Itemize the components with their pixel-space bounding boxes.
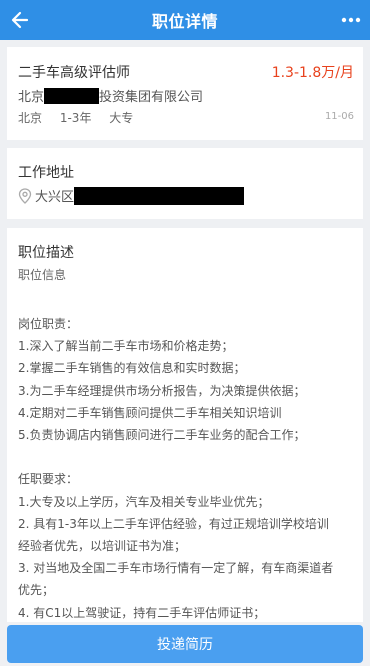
job-meta: 北京 1-3年 大专 (18, 109, 147, 126)
duty-line: 1.深入了解当前二手车市场和价格走势； (18, 339, 234, 354)
requirement-line: 经验者优先，以培训证书为准； (18, 539, 187, 554)
address-title: 工作地址 (18, 165, 74, 181)
job-description-card: 职位描述 职位信息 岗位职责： 1.深入了解当前二手车市场和价格走势； 2.掌握… (7, 228, 363, 666)
address-district: 大兴区 (35, 190, 75, 205)
duty-line: 5.负责协调店内销售顾问进行二手车业务的配合工作； (18, 428, 306, 443)
more-dots-icon (341, 17, 361, 23)
job-education: 大专 (109, 111, 134, 125)
back-button[interactable] (8, 8, 32, 32)
address-row: 大兴区 (18, 186, 245, 205)
arrow-left-icon (11, 11, 29, 29)
company-name[interactable]: 北京 投资集团有限公司 (18, 86, 203, 105)
company-suffix: 投资集团有限公司 (99, 90, 204, 105)
duty-line: 3.为二手车经理提供市场分析报告，为决策提供依据； (18, 383, 306, 398)
bottom-action-bar: 投递简历 (0, 622, 370, 666)
salary: 1.3-1.8万/月 (271, 65, 354, 81)
requirements-heading: 任职要求： (18, 472, 79, 487)
location-pin-icon (18, 187, 32, 204)
work-address-card[interactable]: 工作地址 大兴区 (7, 148, 363, 219)
duty-line: 4.定期对二手车销售顾问提供二手车相关知识培训 (18, 405, 282, 420)
requirement-line: 3. 对当地及全国二手车市场行情有一定了解，有车商渠道者 (18, 561, 334, 576)
redaction-block (74, 186, 245, 205)
more-options-button[interactable] (338, 8, 364, 32)
requirement-line: 优先； (18, 583, 55, 598)
page-title: 职位详情 (151, 12, 218, 31)
requirement-line: 4. 有C1以上驾驶证，持有二手车评估师证书； (18, 605, 266, 620)
job-title: 二手车高级评估师 (18, 65, 130, 81)
redaction-block (44, 87, 100, 104)
description-title: 职位描述 (18, 245, 74, 261)
top-navigation-bar: 职位详情 (0, 0, 370, 40)
duties-heading: 岗位职责： (18, 317, 79, 331)
job-experience: 1-3年 (59, 111, 92, 125)
description-subtitle: 职位信息 (18, 268, 67, 282)
duty-line: 2.掌握二手车销售的有效信息和实时数据； (18, 361, 246, 376)
section-spacer (18, 446, 356, 468)
apply-resume-button[interactable]: 投递简历 (7, 625, 363, 663)
description-body: 岗位职责： 1.深入了解当前二手车市场和价格走势； 2.掌握二手车销售的有效信息… (18, 313, 356, 624)
requirement-line: 1.大专及以上学历，汽车及相关专业毕业优先； (18, 494, 270, 509)
job-summary-card: 二手车高级评估师 1.3-1.8万/月 北京 投资集团有限公司 北京 1-3年 … (7, 47, 363, 140)
company-prefix: 北京 (18, 90, 45, 105)
job-city: 北京 (18, 111, 43, 125)
requirement-line: 2. 具有1-3年以上二手车评估经验，有过正规培训学校培训 (18, 516, 329, 531)
post-date: 11-06 (324, 111, 354, 122)
